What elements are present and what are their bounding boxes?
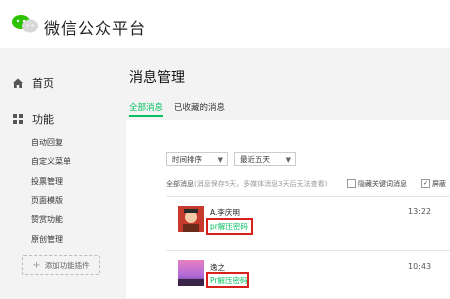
avatar [178,206,204,232]
sidebar-item-home[interactable]: 首页 [12,75,54,91]
message-time: 13:22 [408,207,432,216]
sidebar-item-page-template[interactable]: 页面模版 [31,195,63,206]
highlight-box [206,272,249,288]
sidebar-item-custom-menu[interactable]: 自定义菜单 [31,156,71,167]
block-checkbox[interactable]: ✓ [421,179,430,188]
tab-starred-messages[interactable]: 已收藏的消息 [174,101,225,113]
grid-icon [13,114,23,124]
add-plugin-button[interactable]: + 添加功能插件 [22,255,100,275]
sidebar-features-label: 功能 [32,113,54,126]
chevron-down-icon: ▼ [217,156,223,164]
range-select[interactable]: 最近五天 ▼ [234,152,296,166]
sender-name[interactable]: A.李庆明 [210,207,240,218]
hide-keywords-checkbox[interactable] [347,179,356,188]
message-time: 10:43 [408,262,432,271]
sort-select-value: 时间排序 [172,154,202,164]
sidebar-item-original[interactable]: 原创管理 [31,234,63,245]
plus-icon: + [32,259,41,271]
wechat-logo-icon [12,15,38,33]
highlight-box [206,218,253,235]
home-icon [13,78,23,88]
sidebar-item-reward[interactable]: 赞赏功能 [31,214,63,225]
sidebar-item-auto-reply[interactable]: 自动回复 [31,137,63,148]
summary-note: (消息保存5天，多媒体消息3天后无法查看) [194,180,328,188]
avatar [178,260,204,286]
tab-all-messages[interactable]: 全部消息 [129,101,163,113]
add-plugin-label: 添加功能插件 [44,260,90,270]
hide-keywords-label: 隐藏关键词消息 [358,180,407,188]
active-tab-indicator [129,115,163,117]
sort-select[interactable]: 时间排序 ▼ [166,152,228,166]
message-summary: 全部消息(消息保存5天，多媒体消息3天后无法查看) [166,179,327,189]
sidebar-item-features[interactable]: 功能 [12,111,54,127]
top-header: 微信公众平台 [0,0,450,48]
summary-prefix: 全部消息 [166,180,194,188]
brand-title: 微信公众平台 [44,19,147,38]
chevron-down-icon: ▼ [285,156,291,164]
block-label: 屏蔽 [432,180,446,188]
sidebar-home-label: 首页 [32,77,54,90]
page-title: 消息管理 [129,70,185,86]
sidebar-item-vote[interactable]: 投票管理 [31,176,63,187]
range-select-value: 最近五天 [240,154,270,164]
